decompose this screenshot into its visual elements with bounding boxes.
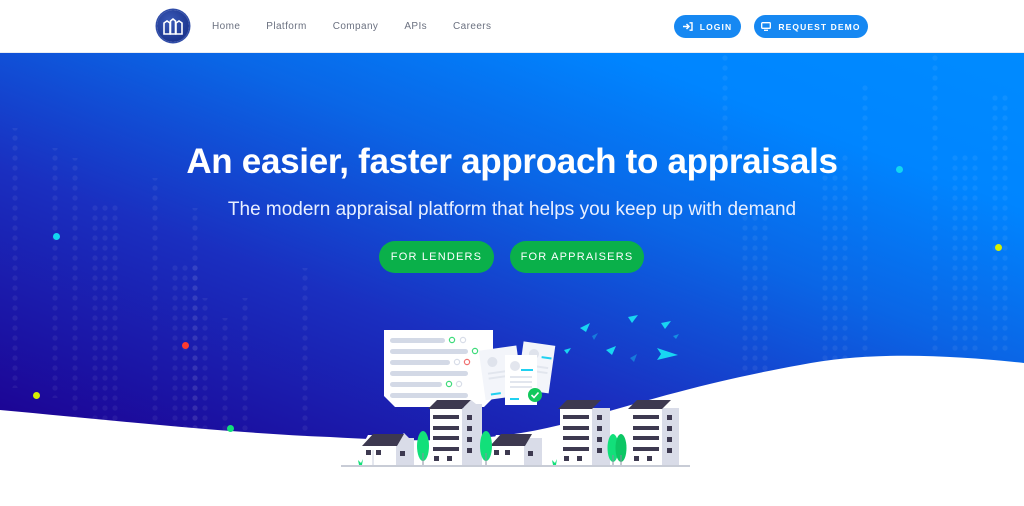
hero-section: An easier, faster approach to appraisals… — [0, 53, 1024, 506]
logo[interactable] — [157, 10, 189, 42]
apartment-building-icon — [558, 400, 610, 465]
hero-illustration — [341, 315, 690, 467]
paper-plane-icon — [630, 354, 637, 362]
shrub-icon — [552, 459, 557, 465]
login-label: LOGIN — [699, 21, 733, 32]
profile-documents — [478, 341, 556, 405]
apartment-building-icon — [628, 400, 679, 465]
house-icon — [490, 434, 542, 465]
login-button[interactable]: LOGIN — [674, 15, 741, 38]
monitor-icon — [761, 22, 772, 31]
paper-plane-icon — [564, 348, 571, 354]
house-icon — [362, 433, 414, 465]
paper-plane-icon — [628, 315, 638, 323]
site-header: Home Platform Company APIs Careers LOGIN… — [0, 0, 1024, 53]
request-demo-label: REQUEST DEMO — [778, 21, 861, 32]
nav-careers[interactable]: Careers — [453, 21, 491, 32]
ground-line — [341, 465, 690, 467]
nav-home[interactable]: Home — [212, 21, 240, 32]
paper-plane-icons — [564, 315, 679, 362]
paper-plane-icon — [661, 321, 671, 329]
main-nav: Home Platform Company APIs Careers — [212, 0, 517, 53]
request-demo-button[interactable]: REQUEST DEMO — [754, 15, 868, 38]
paper-plane-icon — [592, 333, 598, 340]
apartment-building-icon — [428, 400, 482, 465]
checklist-document — [384, 330, 493, 407]
approved-check-icon — [528, 388, 542, 402]
nav-platform[interactable]: Platform — [266, 21, 306, 32]
buildings-logo-icon — [163, 17, 183, 35]
nav-company[interactable]: Company — [333, 21, 379, 32]
paper-plane-icon — [657, 348, 678, 360]
paper-plane-icon — [580, 323, 590, 332]
nav-apis[interactable]: APIs — [404, 21, 427, 32]
sign-in-icon — [682, 22, 693, 31]
paper-plane-icon — [673, 334, 679, 339]
paper-plane-icon — [606, 346, 616, 355]
